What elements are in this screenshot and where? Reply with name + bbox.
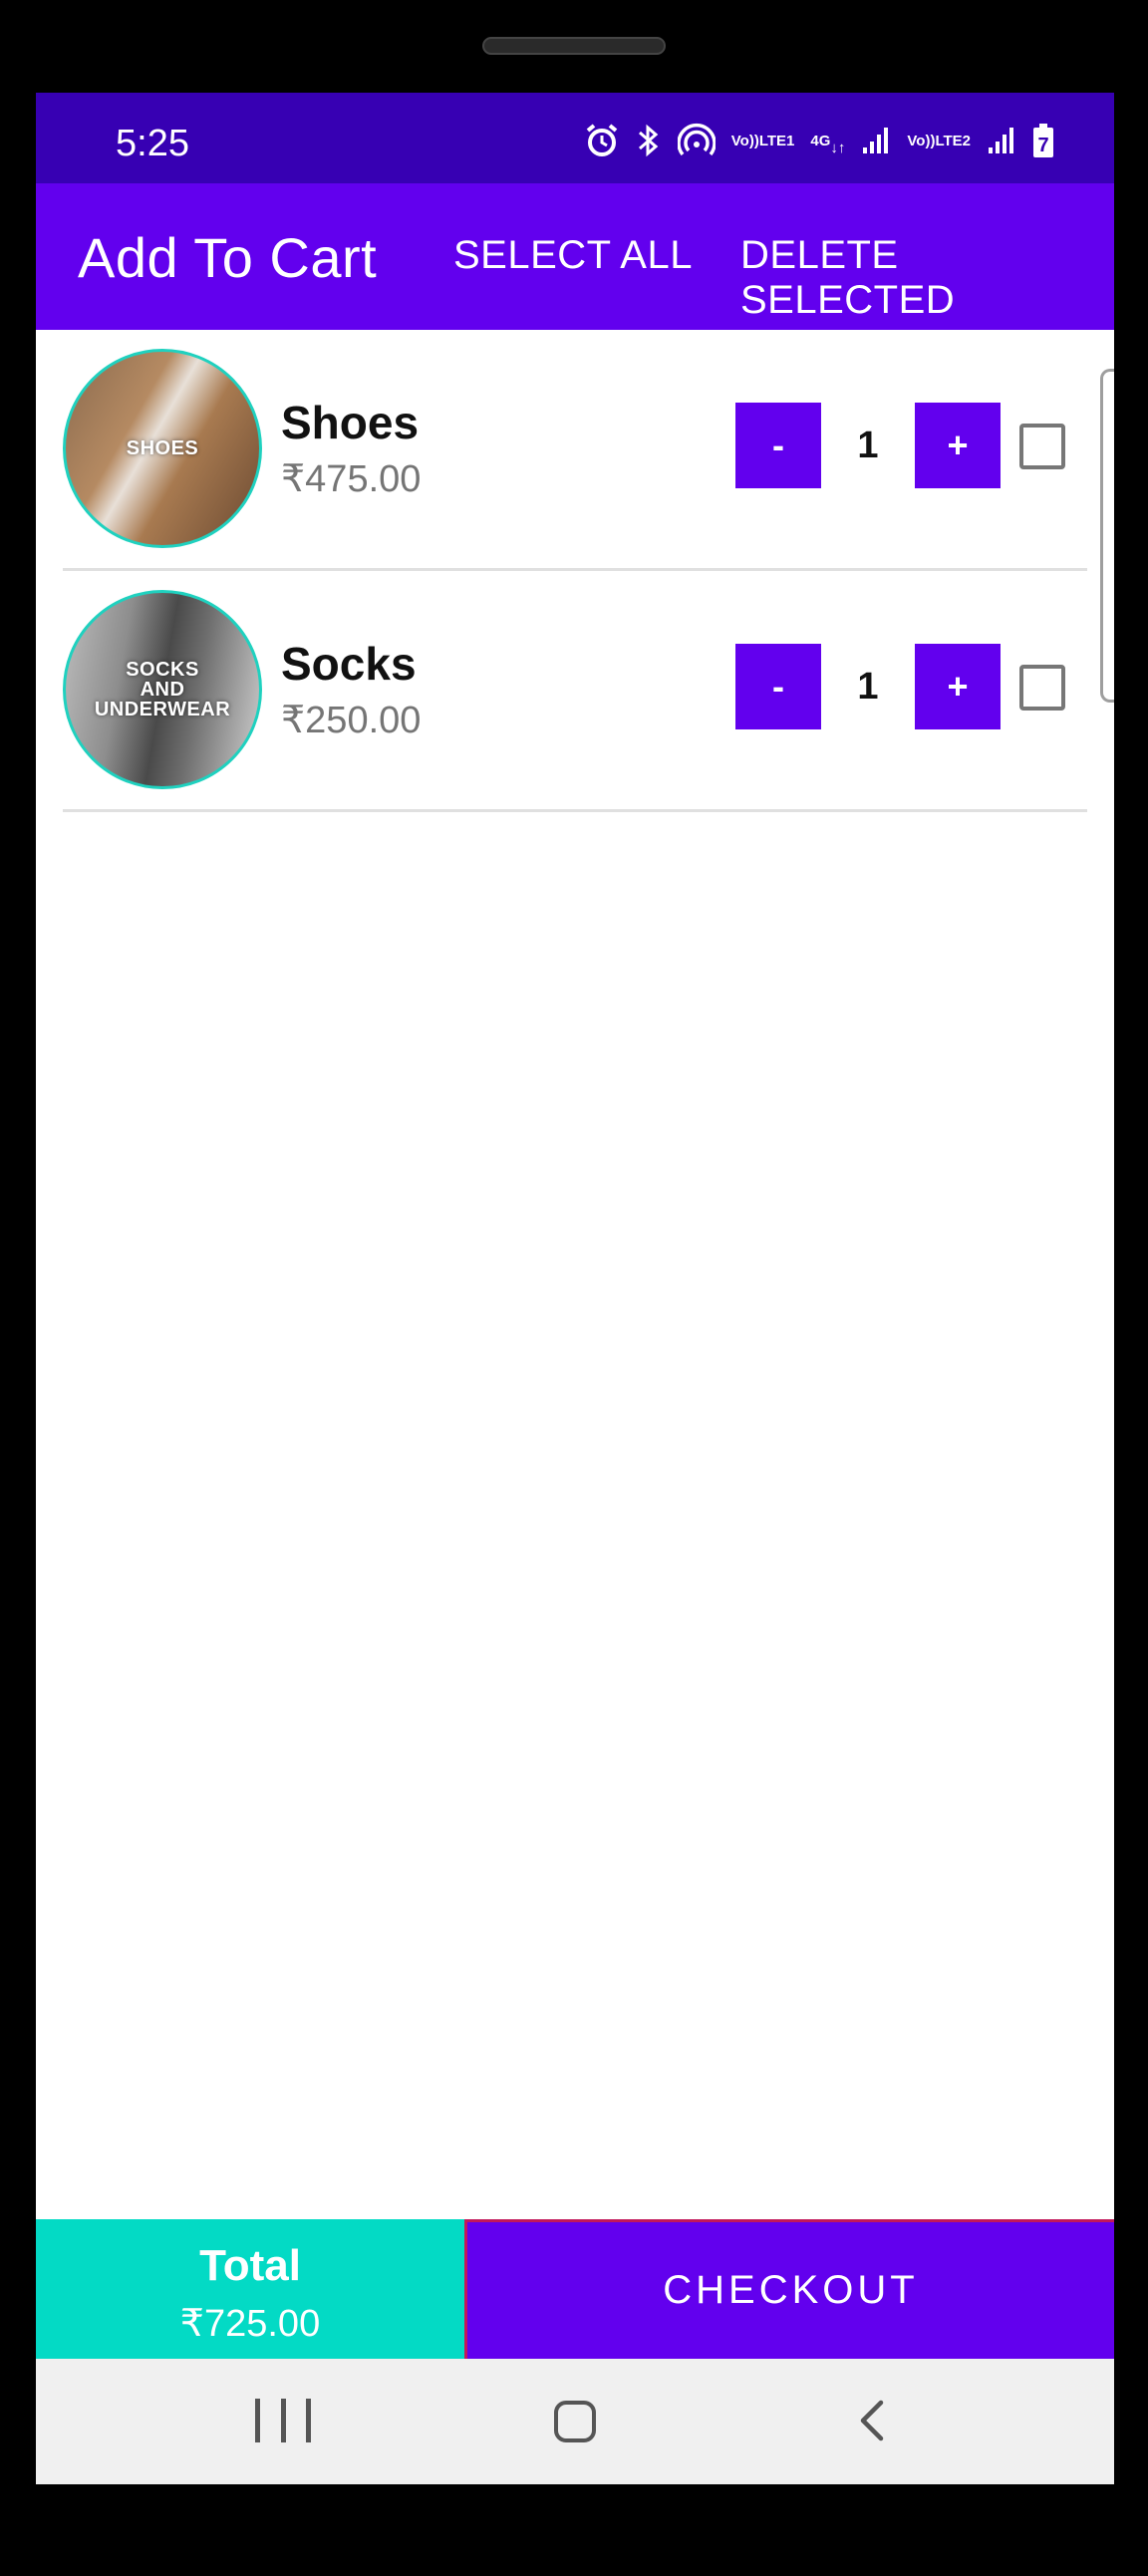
cart-item-shoes: SHOES Shoes ₹475.00 - 1 + xyxy=(36,330,1114,571)
status-time: 5:25 xyxy=(116,123,189,164)
cart-item-socks: SOCKS AND UNDERWEAR Socks ₹250.00 - 1 + xyxy=(36,571,1114,812)
decrease-quantity-button[interactable]: - xyxy=(735,644,821,729)
bluetooth-icon xyxy=(636,123,662,158)
select-item-checkbox[interactable] xyxy=(1019,665,1065,711)
svg-text:7: 7 xyxy=(1037,135,1048,156)
phone-frame: 5:25 Vo)) LTE1 4G ↓↑ Vo)) LTE2 7 Add To … xyxy=(0,0,1148,2576)
delete-selected-button[interactable]: DELETE SELECTED xyxy=(740,233,1114,323)
screen: 5:25 Vo)) LTE1 4G ↓↑ Vo)) LTE2 7 Add To … xyxy=(36,93,1114,2484)
volte-1-icon: Vo)) LTE1 xyxy=(730,132,795,149)
total-panel: Total ₹725.00 xyxy=(36,2219,464,2359)
product-image-socks: SOCKS AND UNDERWEAR xyxy=(63,590,262,789)
back-icon[interactable] xyxy=(851,2399,895,2442)
system-nav-bar xyxy=(36,2359,1114,2484)
product-image-shoes: SHOES xyxy=(63,349,262,548)
status-icons: Vo)) LTE1 4G ↓↑ Vo)) LTE2 7 xyxy=(584,121,1054,160)
select-item-checkbox[interactable] xyxy=(1019,424,1065,469)
cart-list: SHOES Shoes ₹475.00 - 1 + SOCKS AND UNDE… xyxy=(36,330,1114,812)
product-image-label: SOCKS AND UNDERWEAR xyxy=(94,659,231,720)
scroll-edge-indicator xyxy=(1100,369,1114,703)
item-price: ₹475.00 xyxy=(281,458,422,500)
status-bar: 5:25 Vo)) LTE1 4G ↓↑ Vo)) LTE2 7 xyxy=(36,93,1114,183)
select-all-button[interactable]: SELECT ALL xyxy=(453,233,693,278)
speaker-grille xyxy=(482,37,666,55)
signal-1-icon xyxy=(861,126,891,155)
page-title: Add To Cart xyxy=(78,226,378,289)
4g-icon: 4G ↓↑ xyxy=(810,132,846,156)
volte-2-icon: Vo)) LTE2 xyxy=(907,132,971,149)
battery-charging-icon: 7 xyxy=(1032,123,1054,158)
app-bar: Add To Cart SELECT ALL DELETE SELECTED xyxy=(36,183,1114,330)
total-label: Total xyxy=(199,2241,301,2290)
checkout-button[interactable]: CHECKOUT xyxy=(464,2219,1114,2359)
total-value: ₹725.00 xyxy=(179,2303,321,2345)
signal-2-icon xyxy=(987,126,1016,155)
bottom-bar: Total ₹725.00 CHECKOUT xyxy=(36,2219,1114,2359)
quantity-value: 1 xyxy=(857,424,879,466)
hotspot-icon xyxy=(677,123,716,158)
divider xyxy=(63,809,1087,812)
increase-quantity-button[interactable]: + xyxy=(915,403,1001,488)
item-name: Shoes xyxy=(281,397,420,448)
increase-quantity-button[interactable]: + xyxy=(915,644,1001,729)
item-name: Socks xyxy=(281,638,417,690)
product-image-label: SHOES xyxy=(126,437,199,459)
quantity-value: 1 xyxy=(857,665,879,708)
alarm-icon xyxy=(584,123,620,158)
home-icon[interactable] xyxy=(554,2401,596,2442)
decrease-quantity-button[interactable]: - xyxy=(735,403,821,488)
item-price: ₹250.00 xyxy=(281,700,422,741)
recents-icon[interactable] xyxy=(255,2399,311,2442)
